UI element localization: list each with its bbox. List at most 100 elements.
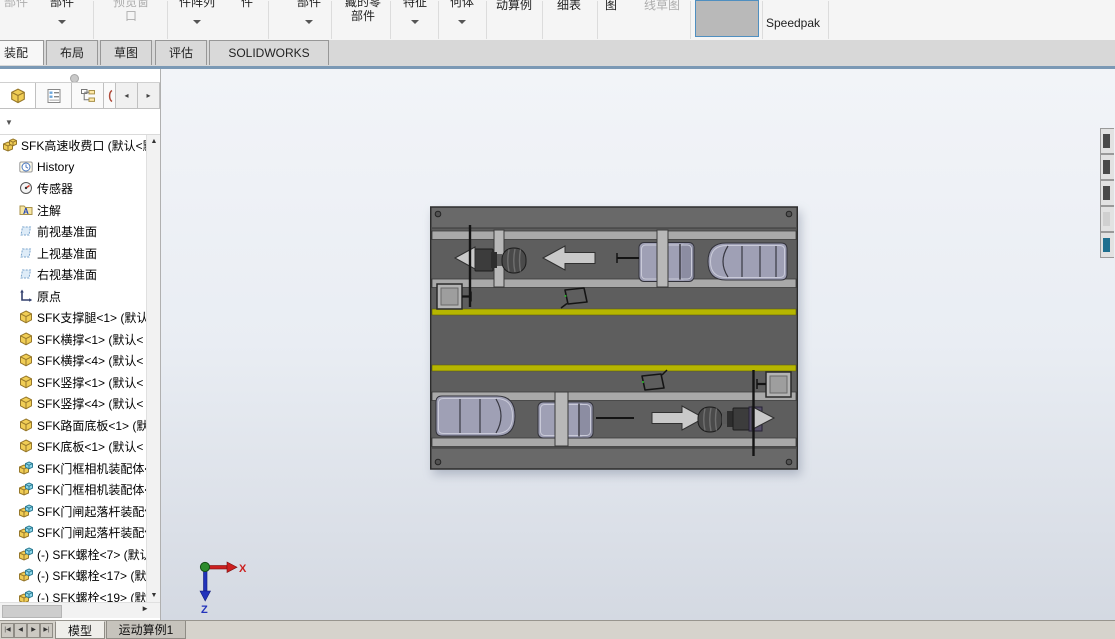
corner-bolt[interactable]: [435, 459, 441, 465]
tree-item[interactable]: SFK支撑腿<1> (默认: [0, 307, 147, 329]
tab-label: 运动算例1: [119, 623, 174, 637]
history-icon: [19, 160, 34, 175]
dropdown-caret-icon[interactable]: [458, 20, 466, 28]
origin-icon: [19, 289, 34, 304]
ribbon-item[interactable]: 部件: [42, 0, 82, 40]
corner-bolt[interactable]: [786, 459, 792, 465]
corner-bolt[interactable]: [786, 211, 792, 217]
scroll-right-arrow[interactable]: ►: [141, 604, 149, 613]
feature-manager-panel: ◂▸ ▼ SFK高速收费口 (默认<默 History传感器A注解前视基准面上视基…: [0, 69, 161, 620]
scroll-up-arrow[interactable]: ▲: [147, 135, 161, 148]
vehicle-bus[interactable]: [436, 396, 515, 436]
vehicle-bus[interactable]: [708, 243, 787, 280]
task-pane-strip: [1100, 128, 1115, 258]
ribbon-item[interactable]: 特征: [394, 0, 436, 40]
tree-item[interactable]: SFK底板<1> (默认<: [0, 436, 147, 458]
x-axis-label: X: [239, 563, 247, 575]
panel-tab-featuremanager[interactable]: [0, 83, 36, 108]
tree-vertical-scrollbar[interactable]: ▲ ▼: [146, 135, 160, 602]
tree-item-label: 前视基准面: [37, 223, 97, 240]
tab-layout[interactable]: 布局: [46, 40, 98, 65]
motion-nav-next-button[interactable]: ▶: [27, 623, 40, 638]
tree-item[interactable]: SFK竖撑<4> (默认<: [0, 393, 147, 415]
panel-tab-propertymanager[interactable]: [36, 83, 72, 108]
tree-item[interactable]: 上视基准面: [0, 243, 147, 265]
tree-item[interactable]: SFK门框相机装配体<: [0, 479, 147, 501]
ribbon-selected-toggle-button[interactable]: [695, 0, 759, 37]
panel-scroll-left-icon[interactable]: ◂: [116, 83, 138, 108]
dropdown-caret-icon[interactable]: [58, 20, 66, 28]
tree-item-label: SFK路面底板<1> (默: [37, 417, 147, 434]
task-pane-icon[interactable]: [1100, 180, 1114, 206]
tab-evaluate[interactable]: 评估: [155, 40, 207, 65]
tab-model[interactable]: 模型: [55, 621, 105, 639]
task-pane-glyph: [1103, 212, 1110, 226]
tree-item[interactable]: A注解: [0, 200, 147, 222]
tree-item[interactable]: (-) SFK螺栓<19> (默: [0, 587, 147, 603]
ribbon-item-label: 部件: [288, 0, 330, 9]
ribbon-item-label: 图: [596, 0, 626, 12]
task-pane-icon[interactable]: [1100, 206, 1114, 232]
panel-tab-displaypane[interactable]: [104, 83, 116, 108]
tree-item[interactable]: 右视基准面: [0, 264, 147, 286]
task-pane-icon[interactable]: [1100, 128, 1114, 154]
ribbon-item[interactable]: 件: [232, 0, 262, 40]
tree-item-label: SFK高速收费口 (默认<默: [21, 137, 147, 154]
tree-item[interactable]: SFK横撑<1> (默认<: [0, 329, 147, 351]
corner-bolt[interactable]: [435, 211, 441, 217]
tab-label: 模型: [68, 624, 92, 638]
ribbon-item[interactable]: Speedpak: [764, 0, 822, 40]
tree-item[interactable]: SFK竖撑<1> (默认<: [0, 372, 147, 394]
motion-nav-first-button[interactable]: |◀: [1, 623, 14, 638]
tree-item[interactable]: 传感器: [0, 178, 147, 200]
dropdown-caret-icon[interactable]: [305, 20, 313, 28]
tab-solidworks-addins[interactable]: SOLIDWORKS 插件: [209, 40, 329, 65]
tree-item[interactable]: 前视基准面: [0, 221, 147, 243]
task-pane-icon[interactable]: [1100, 232, 1114, 258]
tree-item[interactable]: (-) SFK螺栓<17> (默: [0, 565, 147, 587]
gantry-post[interactable]: [657, 230, 668, 287]
tree-item[interactable]: History: [0, 157, 147, 179]
tree-horizontal-scrollbar[interactable]: ►: [0, 602, 161, 618]
tab-assembly[interactable]: 装配体: [0, 40, 44, 65]
tree-item[interactable]: SFK门闸起落杆装配体<: [0, 501, 147, 523]
ribbon-item[interactable]: 细表: [548, 0, 590, 40]
filter-dropdown-caret[interactable]: ▼: [5, 118, 13, 127]
panel-tab-configurationmanager[interactable]: [72, 83, 104, 108]
part-icon: [19, 353, 34, 368]
tree-item[interactable]: (-) SFK螺栓<7> (默认: [0, 544, 147, 566]
ribbon-item[interactable]: 部件: [288, 0, 330, 40]
command-tab-bar: 装配体 布局 草图 评估 SOLIDWORKS 插件 ▾▾▾▾▾: [0, 40, 1115, 69]
toll-station-model[interactable]: [430, 206, 798, 470]
scroll-down-arrow[interactable]: ▼: [147, 589, 161, 602]
ribbon-item-label: 部件: [42, 0, 82, 9]
coordinate-triad: X Z: [189, 553, 253, 617]
ribbon-item[interactable]: 动算例: [487, 0, 541, 40]
ribbon-item[interactable]: 何体: [441, 0, 483, 40]
tree-item[interactable]: SFK门框相机装配体<: [0, 458, 147, 480]
scrollbar-thumb[interactable]: [2, 605, 62, 618]
dropdown-caret-icon[interactable]: [193, 20, 201, 28]
tree-item[interactable]: SFK高速收费口 (默认<默: [0, 135, 147, 157]
tree-item[interactable]: SFK横撑<4> (默认<: [0, 350, 147, 372]
tree-item[interactable]: SFK路面底板<1> (默: [0, 415, 147, 437]
ribbon-item-label: Speedpak: [764, 16, 822, 30]
graphics-viewport[interactable]: X Z: [161, 69, 1115, 620]
panel-scroll-right-icon[interactable]: ▸: [138, 83, 160, 108]
assembly-icon: [3, 138, 18, 153]
tree-item[interactable]: 原点: [0, 286, 147, 308]
ribbon-item[interactable]: 件阵列: [170, 0, 224, 40]
ribbon-item[interactable]: 图: [596, 0, 626, 40]
tree-item-label: SFK底板<1> (默认<: [37, 438, 143, 455]
tree-item[interactable]: SFK门闸起落杆装配体<: [0, 522, 147, 544]
tab-sketch[interactable]: 草图: [100, 40, 152, 65]
tree-item-label: SFK门框相机装配体<: [37, 460, 147, 477]
ribbon-item[interactable]: 藏的零 部件: [336, 0, 390, 40]
gantry-post[interactable]: [555, 392, 568, 446]
dropdown-caret-icon[interactable]: [411, 20, 419, 28]
tree-item-label: 原点: [37, 288, 61, 305]
task-pane-icon[interactable]: [1100, 154, 1114, 180]
motion-nav-previous-button[interactable]: ◀: [14, 623, 27, 638]
tab-motion-study-1[interactable]: 运动算例1: [106, 621, 186, 639]
motion-nav-last-button[interactable]: ▶|: [40, 623, 53, 638]
